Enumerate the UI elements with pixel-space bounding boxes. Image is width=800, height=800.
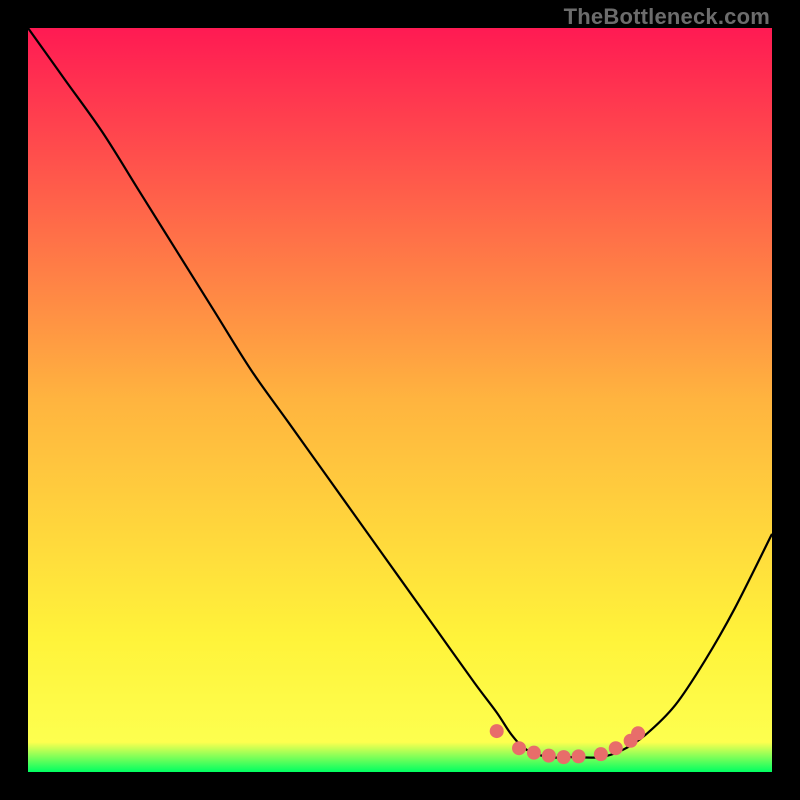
- marker-dot: [557, 750, 571, 764]
- marker-dot: [594, 747, 608, 761]
- marker-dot: [609, 741, 623, 755]
- marker-dot: [490, 724, 504, 738]
- marker-dot: [527, 746, 541, 760]
- marker-dot: [572, 749, 586, 763]
- marker-dot: [631, 726, 645, 740]
- marker-dot: [512, 741, 526, 755]
- gradient-background: [28, 28, 772, 772]
- marker-dot: [542, 749, 556, 763]
- watermark-text: TheBottleneck.com: [564, 4, 770, 30]
- bottleneck-chart: [28, 28, 772, 772]
- chart-frame: [28, 28, 772, 772]
